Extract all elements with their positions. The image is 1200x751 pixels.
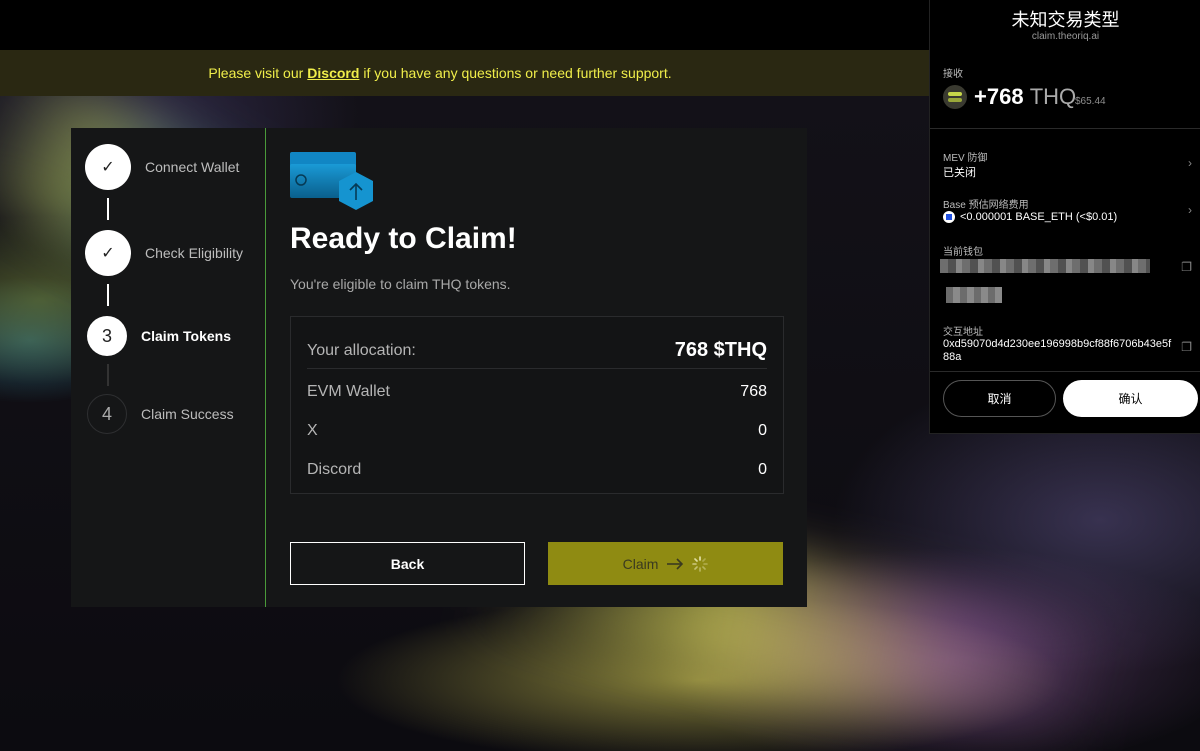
contract-address: 0xd59070d4d230ee196998b9cf88f6706b43e5f8… (943, 338, 1172, 363)
notice-suffix: if you have any questions or need furthe… (363, 65, 672, 81)
stepper: ✓ Connect Wallet ✓ Check Eligibility 3 C… (71, 128, 266, 607)
step-label: Claim Tokens (141, 328, 231, 344)
step-connect-wallet: ✓ Connect Wallet (85, 144, 239, 190)
claim-button[interactable]: Claim (548, 542, 783, 585)
receive-usd: $65.44 (1075, 96, 1106, 107)
row-value: 0 (758, 461, 767, 478)
copy-icon[interactable]: ❐ (1181, 260, 1192, 274)
mev-value: 已关闭 (943, 167, 976, 179)
divider (930, 128, 1200, 129)
back-button[interactable]: Back (290, 542, 525, 585)
allocation-box: Your allocation: 768 $THQ EVM Wallet 768… (290, 316, 784, 494)
wallet-address-redacted-2 (946, 287, 1002, 303)
arrow-right-icon (667, 557, 684, 570)
step-connector (107, 284, 109, 306)
loading-spinner-icon (692, 555, 709, 572)
claim-card: ✓ Connect Wallet ✓ Check Eligibility 3 C… (71, 128, 807, 607)
token-icon (943, 85, 967, 109)
discord-link[interactable]: Discord (307, 65, 359, 81)
step-label: Claim Success (141, 406, 234, 422)
notice-prefix: Please visit our (208, 65, 304, 81)
screen: Please visit our Discord if you have any… (0, 0, 1200, 751)
allocation-row-x: X 0 (307, 422, 767, 440)
amount-symbol: THQ (1029, 84, 1077, 109)
receive-label: 接收 (943, 69, 963, 80)
allocation-row-evm: EVM Wallet 768 (307, 383, 767, 401)
mev-chevron-right-icon[interactable]: › (1188, 156, 1192, 170)
wallet-label: 当前钱包 (943, 247, 983, 258)
amount-value: +768 (974, 84, 1024, 109)
row-label: EVM Wallet (307, 383, 390, 400)
row-label: Discord (307, 461, 362, 478)
popup-title: 未知交易类型 (1011, 10, 1120, 30)
claim-label: Claim (622, 555, 659, 572)
cancel-button[interactable]: 取消 (943, 380, 1056, 417)
step-claim-success: 4 Claim Success (87, 394, 234, 434)
popup-domain: claim.theoriq.ai (1031, 31, 1100, 42)
step-connector (107, 198, 109, 220)
step-number: 3 (87, 316, 127, 356)
contract-label: 交互地址 (943, 327, 983, 338)
receive-amount: +768 THQ (974, 84, 1076, 110)
confirm-button[interactable]: 确认 (1063, 380, 1198, 417)
wallet-upload-icon (290, 152, 373, 210)
step-label: Connect Wallet (145, 159, 240, 175)
page-title: Ready to Claim! (290, 222, 517, 255)
copy-icon[interactable]: ❐ (1181, 340, 1192, 354)
wallet-address-redacted (940, 259, 1150, 273)
allocation-row-discord: Discord 0 (307, 461, 767, 479)
step-label: Check Eligibility (145, 245, 244, 261)
allocation-label: Your allocation: (307, 341, 416, 359)
check-icon: ✓ (85, 144, 131, 190)
step-claim-tokens: 3 Claim Tokens (87, 316, 231, 356)
step-connector (107, 364, 109, 386)
fee-value: <0.000001 BASE_ETH (<$0.01) (960, 211, 1118, 223)
fee-row: <0.000001 BASE_ETH (<$0.01) (943, 211, 1117, 223)
step-number: 4 (87, 394, 127, 434)
mev-label: MEV 防御 (943, 153, 988, 164)
divider (930, 371, 1200, 372)
wallet-confirm-popup: 未知交易类型 claim.theoriq.ai 接收 +768 THQ $65.… (929, 0, 1200, 434)
row-value: 0 (758, 422, 767, 439)
fee-label: Base 预估网络费用 (943, 200, 1029, 211)
row-value: 768 (740, 383, 767, 400)
fee-chevron-right-icon[interactable]: › (1188, 203, 1192, 217)
allocation-header: Your allocation: 768 $THQ (307, 333, 767, 369)
allocation-total: 768 $THQ (674, 339, 767, 361)
base-chain-icon (943, 211, 955, 223)
row-label: X (307, 422, 318, 439)
step-check-eligibility: ✓ Check Eligibility (85, 230, 243, 276)
claim-main: Ready to Claim! You're eligible to claim… (290, 128, 784, 607)
check-icon: ✓ (85, 230, 131, 276)
page-subtitle: You're eligible to claim THQ tokens. (290, 276, 511, 292)
